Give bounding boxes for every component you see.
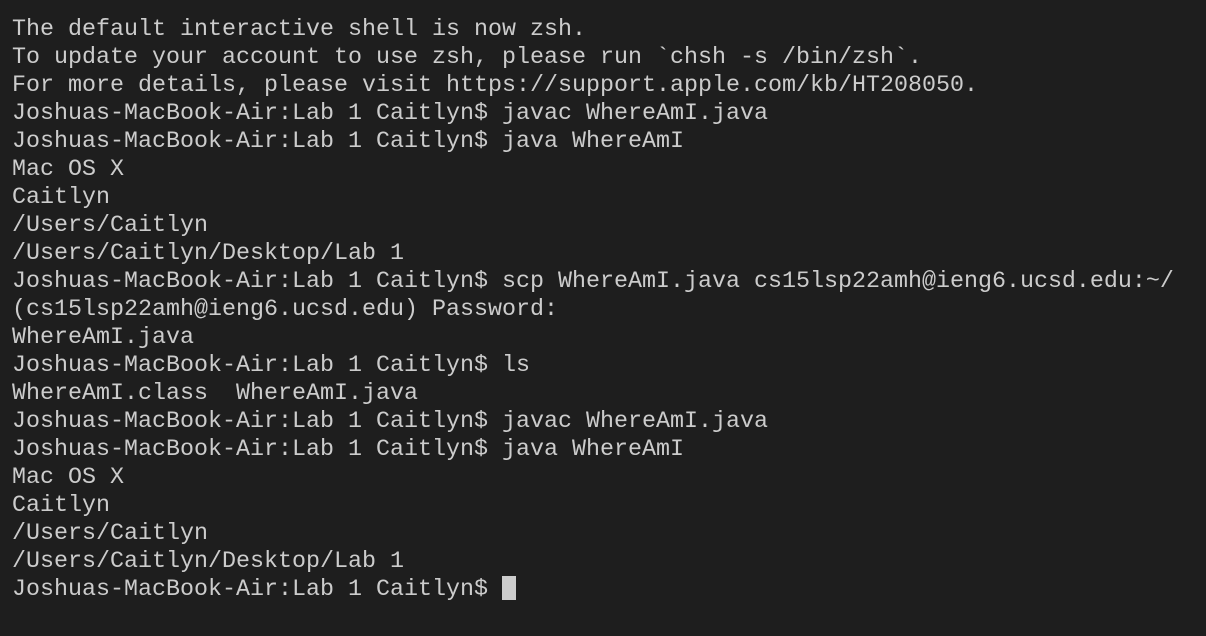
- terminal-line: Caitlyn: [12, 493, 110, 519]
- terminal-line: For more details, please visit https://s…: [12, 73, 978, 99]
- terminal-line: Joshuas-MacBook-Air:Lab 1 Caitlyn$ scp W…: [12, 269, 1174, 295]
- terminal-line: Mac OS X: [12, 157, 124, 183]
- terminal-line: (cs15lsp22amh@ieng6.ucsd.edu) Password:: [12, 297, 558, 323]
- shell-prompt: Joshuas-MacBook-Air:Lab 1 Caitlyn$: [12, 577, 502, 603]
- terminal-line: Joshuas-MacBook-Air:Lab 1 Caitlyn$ javac…: [12, 101, 768, 127]
- terminal-input-line[interactable]: Joshuas-MacBook-Air:Lab 1 Caitlyn$: [12, 576, 1174, 604]
- terminal-line: WhereAmI.class WhereAmI.java: [12, 381, 418, 407]
- terminal-line: The default interactive shell is now zsh…: [12, 17, 586, 43]
- terminal-line: /Users/Caitlyn: [12, 521, 208, 547]
- terminal-line: WhereAmI.java: [12, 325, 194, 351]
- terminal-output[interactable]: The default interactive shell is now zsh…: [12, 16, 1174, 604]
- terminal-line: Mac OS X: [12, 465, 124, 491]
- terminal-line: /Users/Caitlyn/Desktop/Lab 1: [12, 241, 404, 267]
- terminal-line: /Users/Caitlyn/Desktop/Lab 1: [12, 549, 404, 575]
- terminal-line: Caitlyn: [12, 185, 110, 211]
- terminal-line: Joshuas-MacBook-Air:Lab 1 Caitlyn$ java …: [12, 129, 684, 155]
- terminal-line: Joshuas-MacBook-Air:Lab 1 Caitlyn$ ls: [12, 353, 530, 379]
- terminal-line: /Users/Caitlyn: [12, 213, 208, 239]
- terminal-line: Joshuas-MacBook-Air:Lab 1 Caitlyn$ javac…: [12, 409, 768, 435]
- terminal-line: Joshuas-MacBook-Air:Lab 1 Caitlyn$ java …: [12, 437, 684, 463]
- text-cursor: [501, 576, 516, 600]
- terminal-line: To update your account to use zsh, pleas…: [12, 45, 922, 71]
